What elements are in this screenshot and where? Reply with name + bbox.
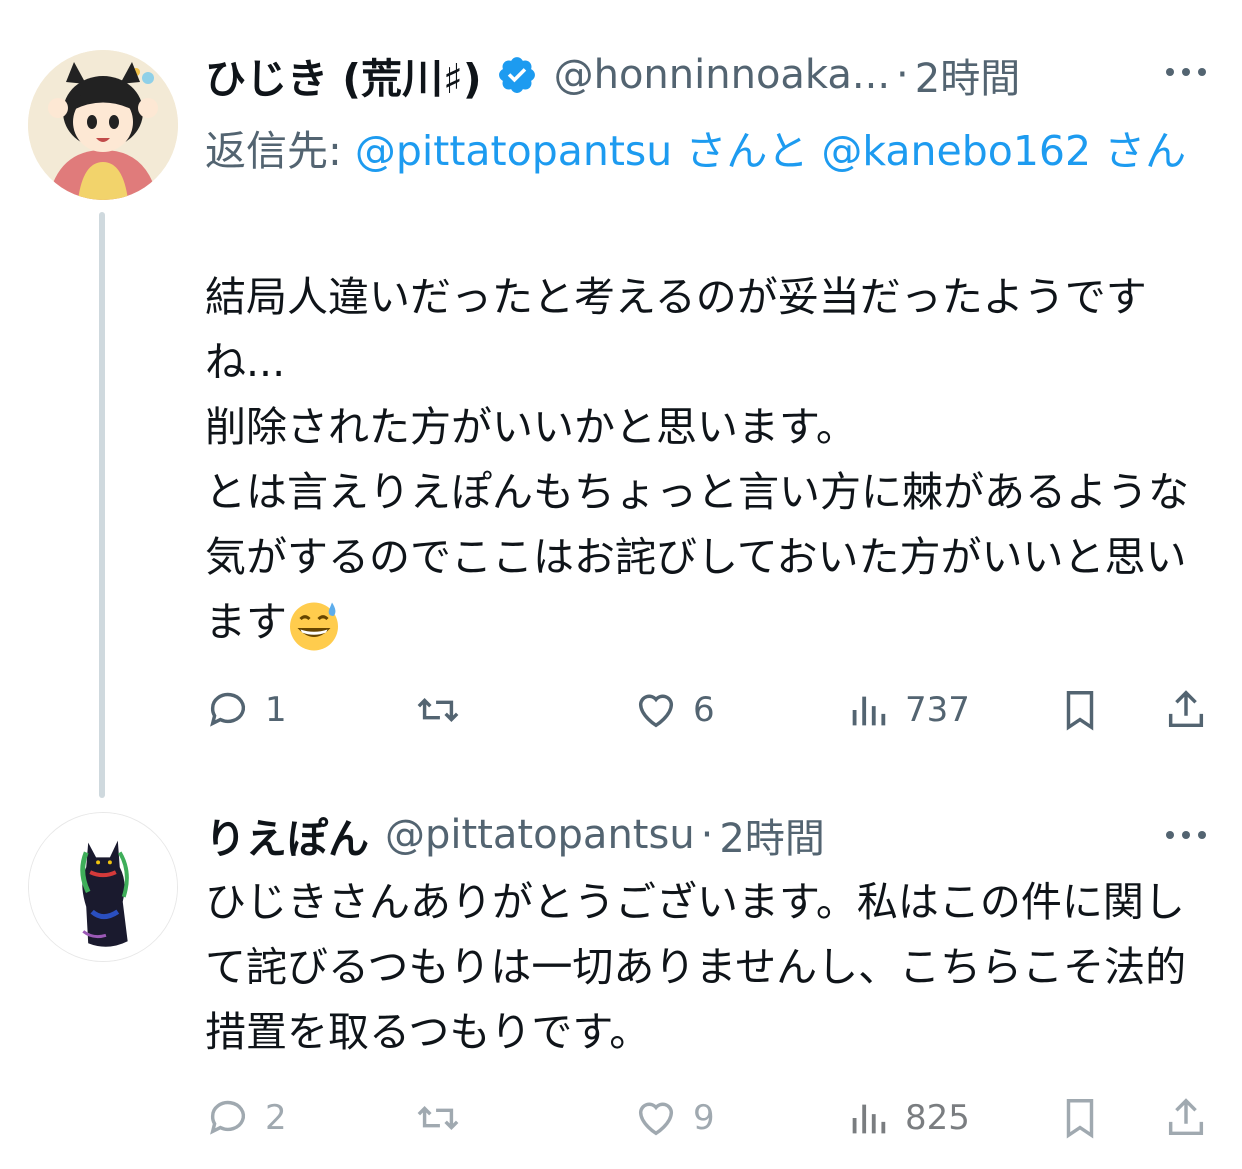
bookmark-button[interactable] xyxy=(1057,680,1103,740)
bookmark-icon xyxy=(1066,691,1094,731)
tweet-1[interactable]: ひじき (荒川♯) @honninnoaka... · 2時間 返信先: @pi… xyxy=(0,0,1242,800)
tweet-text: ひじきさんありがとうございます。私はこの件に関して詫びるつもりは一切ありませんし… xyxy=(205,878,1187,1056)
verified-badge-icon xyxy=(498,57,535,93)
reply-to-line: 返信先: @pittatopantsu さんと @kanebo162 さん xyxy=(205,118,1195,184)
share-button[interactable] xyxy=(1163,1088,1209,1148)
reply-to-prefix: 返信先: xyxy=(205,127,355,175)
display-name[interactable]: りえぽん xyxy=(205,805,369,865)
display-name[interactable]: ひじき (荒川♯) xyxy=(205,45,482,105)
retweet-icon xyxy=(417,697,459,723)
retweet-button[interactable] xyxy=(415,680,475,740)
more-options-icon[interactable] xyxy=(1166,62,1206,82)
avatar[interactable] xyxy=(28,812,178,962)
bookmark-icon xyxy=(1066,1099,1094,1139)
retweet-button[interactable] xyxy=(415,1088,475,1148)
user-handle[interactable]: @honninnoaka... xyxy=(554,52,890,98)
view-count: 737 xyxy=(905,690,970,730)
share-icon xyxy=(1168,690,1204,728)
tweet-header: ひじき (荒川♯) @honninnoaka... · 2時間 xyxy=(205,45,1020,105)
views-button[interactable]: 737 xyxy=(845,680,970,740)
reply-count: 1 xyxy=(265,690,287,730)
reply-icon xyxy=(210,1100,246,1135)
tweet-text-container: ひじきさんありがとうございます。私はこの件に関して詫びるつもりは一切ありませんし… xyxy=(205,870,1215,1065)
tweet-text-container: 結局人違いだったと考えるのが妥当だったようですね... 削除された方がいいかと思… xyxy=(205,265,1215,655)
action-bar: 2 9 825 xyxy=(205,1088,1215,1148)
tweet-text: 結局人違いだったと考えるのが妥当だったようですね... 削除された方がいいかと思… xyxy=(205,273,1189,646)
heart-icon xyxy=(638,1102,674,1136)
reply-to-user-link[interactable]: @pittatopantsu xyxy=(355,127,672,175)
separator-dot: · xyxy=(700,812,714,858)
timestamp[interactable]: 2時間 xyxy=(915,46,1020,104)
like-button[interactable]: 6 xyxy=(633,680,715,740)
reply-count: 2 xyxy=(265,1098,287,1138)
more-options-icon[interactable] xyxy=(1166,825,1206,845)
like-count: 9 xyxy=(693,1098,715,1138)
avatar[interactable] xyxy=(28,50,178,200)
views-button[interactable]: 825 xyxy=(845,1088,970,1148)
timestamp[interactable]: 2時間 xyxy=(719,806,824,864)
like-button[interactable]: 9 xyxy=(633,1088,715,1148)
reply-icon xyxy=(210,692,246,727)
bookmark-button[interactable] xyxy=(1057,1088,1103,1148)
view-count: 825 xyxy=(905,1098,970,1138)
views-chart-icon xyxy=(852,1104,886,1134)
grinning-sweat-emoji-icon xyxy=(290,602,338,651)
separator-dot: · xyxy=(896,52,909,98)
share-button[interactable] xyxy=(1163,680,1209,740)
reply-button[interactable]: 1 xyxy=(205,680,287,740)
avatar-girl-icon xyxy=(28,50,178,200)
reply-button[interactable]: 2 xyxy=(205,1088,287,1148)
avatar-black-cat-icon xyxy=(29,813,177,961)
tweet-header: りえぽん @pittatopantsu · 2時間 xyxy=(205,805,825,865)
user-handle[interactable]: @pittatopantsu xyxy=(385,812,695,858)
retweet-icon xyxy=(417,1105,459,1131)
action-bar: 1 6 737 xyxy=(205,680,1215,740)
heart-icon xyxy=(638,694,674,728)
reply-to-user-link[interactable]: @kanebo162 xyxy=(821,127,1091,175)
views-chart-icon xyxy=(852,696,886,726)
reply-to-suffix: さん xyxy=(1091,127,1187,175)
reply-to-joiner: さんと xyxy=(672,127,822,175)
share-icon xyxy=(1168,1098,1204,1136)
thread-connector-line xyxy=(99,212,105,798)
like-count: 6 xyxy=(693,690,715,730)
